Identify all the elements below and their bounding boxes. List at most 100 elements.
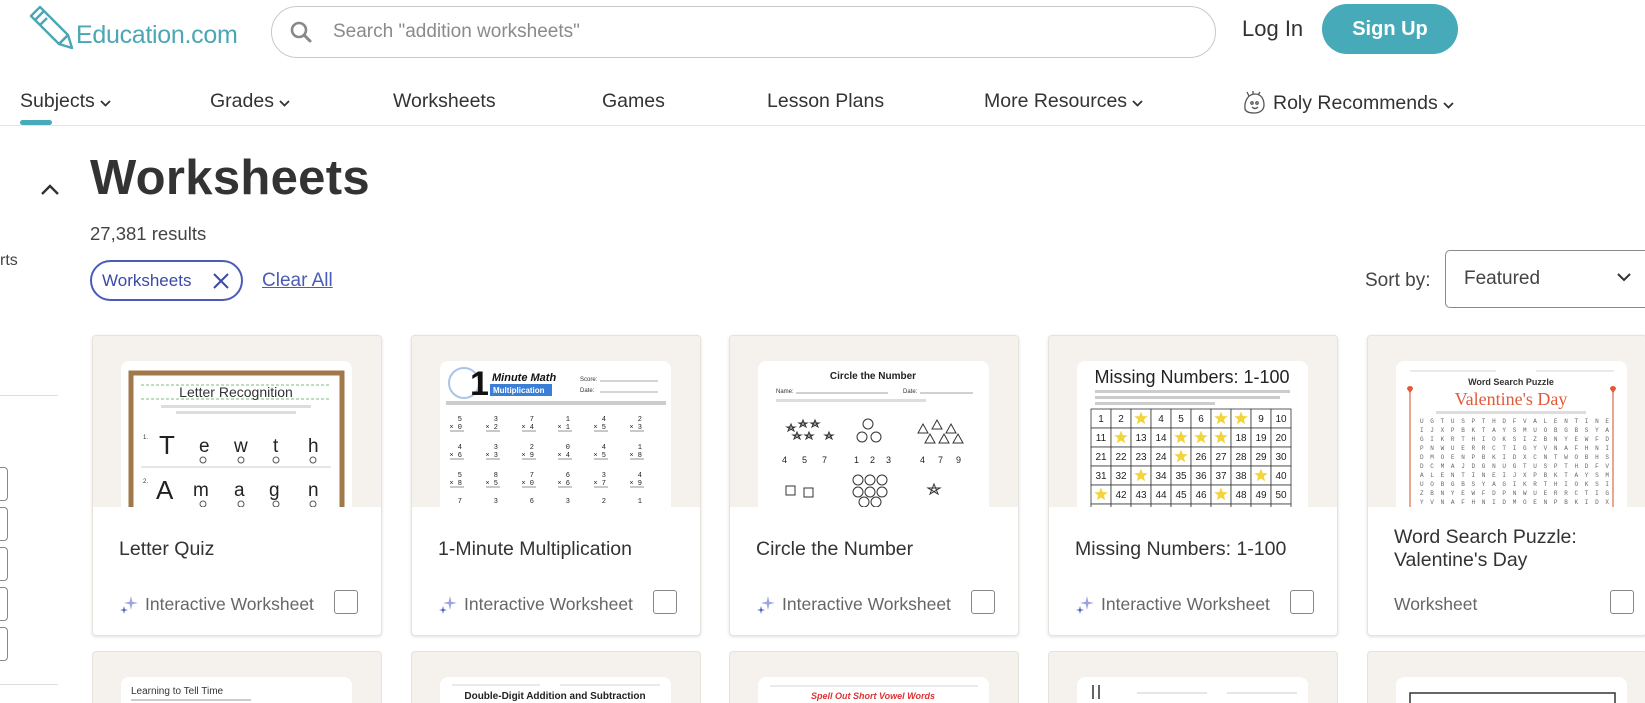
thumb-heading: Double-Digit Addition and Subtraction	[464, 691, 645, 702]
worksheet-card[interactable]: Learning to Tell Time	[92, 651, 382, 703]
nav-more-resources[interactable]: More Resources	[984, 90, 1144, 113]
card-title[interactable]: 1-Minute Multiplication	[438, 538, 688, 561]
svg-text:m: m	[193, 480, 209, 501]
nav-subjects[interactable]: Subjects	[20, 90, 112, 113]
svg-text:U: U	[1451, 445, 1455, 452]
svg-text:Y: Y	[1595, 427, 1599, 434]
collapse-sidebar-chevron-icon[interactable]	[38, 181, 62, 199]
card-thumbnail[interactable]: Circle the Number Name: Date: 4 5 7 1 2 …	[730, 336, 1018, 507]
svg-text:I: I	[1420, 427, 1424, 434]
card-title[interactable]: Circle the Number	[756, 538, 1006, 561]
svg-text:4: 4	[920, 455, 925, 465]
svg-text:B: B	[1430, 490, 1434, 497]
nav-more-resources-label: More Resources	[984, 90, 1128, 112]
svg-text:Z: Z	[1533, 436, 1537, 443]
svg-text:E: E	[1492, 472, 1496, 479]
svg-text:C: C	[1575, 490, 1579, 497]
nav-grades[interactable]: Grades	[210, 90, 291, 113]
worksheet-card[interactable]: Letter Recognition T e w t h A m a g n 1…	[92, 335, 382, 636]
sidebar-filter-checkbox[interactable]	[0, 467, 8, 501]
chevron-down-icon	[1443, 101, 1454, 109]
card-thumbnail[interactable]: Letter Recognition T e w t h A m a g n 1…	[93, 336, 381, 507]
card-select-checkbox[interactable]	[334, 590, 358, 614]
card-title[interactable]: Missing Numbers: 1-100	[1075, 538, 1325, 561]
nav-lesson-plans[interactable]: Lesson Plans	[767, 90, 884, 113]
svg-text:2.: 2.	[143, 479, 148, 485]
worksheet-card[interactable]: Missing Numbers: 1-100 1 2 4 5 6 9 10 11 13 14 18 1…	[1048, 335, 1338, 636]
svg-text:K: K	[1441, 436, 1445, 443]
svg-text:I: I	[1564, 481, 1568, 488]
worksheet-card[interactable]: Circle the Number Name: Date: 4 5 7 1 2 …	[729, 335, 1019, 636]
search-bar[interactable]	[271, 6, 1216, 58]
svg-text:J: J	[1430, 427, 1434, 434]
signup-button[interactable]: Sign Up	[1322, 4, 1458, 54]
card-title[interactable]: Word Search Puzzle: Valentine's Day	[1394, 526, 1644, 572]
card-select-checkbox[interactable]	[971, 590, 995, 614]
card-type: Interactive Worksheet	[756, 594, 951, 615]
thumb-heading: Learning to Tell Time	[131, 686, 224, 697]
svg-text:2: 2	[638, 416, 642, 424]
card-select-checkbox[interactable]	[1610, 590, 1634, 614]
svg-text:E: E	[1554, 418, 1558, 425]
svg-text:S: S	[1595, 481, 1599, 488]
sidebar-filter-checkbox[interactable]	[0, 547, 8, 581]
card-thumbnail[interactable]: Missing Numbers: 1-100 1 2 4 5 6 9 10 11 13 14 18 1…	[1049, 336, 1337, 507]
svg-text:T: T	[1482, 427, 1486, 434]
close-icon[interactable]	[211, 271, 231, 291]
svg-text:E: E	[1533, 499, 1537, 506]
svg-text:50: 50	[1275, 490, 1287, 501]
thumbnail-sheet: Circle the Number Name: Date: 4 5 7 1 2 …	[758, 361, 989, 507]
svg-text:K: K	[1472, 427, 1476, 434]
worksheet-card[interactable]: 1 Minute Math Multiplication Score: Date…	[411, 335, 701, 636]
nav-roly-recommends[interactable]: Roly Recommends	[1241, 90, 1455, 116]
chevron-down-icon	[279, 100, 290, 107]
svg-text:O: O	[1430, 481, 1434, 488]
worksheet-card[interactable]	[1367, 651, 1645, 703]
letter-grid: U G T U S P T H D F V A L E N T I N EI J X P B K T A Y S M U O B G B S Y AG I…	[1420, 418, 1609, 506]
svg-text:P: P	[1533, 472, 1537, 479]
svg-text:6: 6	[566, 472, 570, 480]
svg-text:S: S	[1513, 427, 1517, 434]
svg-text:E: E	[1441, 472, 1445, 479]
worksheet-card[interactable]: Spell Out Short Vowel Words	[729, 651, 1019, 703]
thumbnail-sheet: Double-Digit Addition and Subtraction	[440, 677, 671, 703]
nav-worksheets[interactable]: Worksheets	[393, 90, 496, 113]
nav-games[interactable]: Games	[602, 90, 665, 113]
card-select-checkbox[interactable]	[653, 590, 677, 614]
svg-text:4: 4	[638, 472, 642, 480]
worksheet-card[interactable]	[1048, 651, 1338, 703]
svg-text:U: U	[1533, 490, 1537, 497]
svg-text:T: T	[1575, 418, 1579, 425]
svg-text:M: M	[1441, 463, 1445, 470]
svg-text:O: O	[1523, 499, 1527, 506]
svg-text:B: B	[1554, 427, 1558, 434]
card-title[interactable]: Letter Quiz	[119, 538, 369, 561]
sort-select[interactable]: Featured	[1445, 250, 1645, 308]
svg-text:G: G	[1482, 463, 1486, 470]
svg-text:A: A	[1492, 427, 1496, 434]
clear-all-link[interactable]: Clear All	[262, 270, 333, 292]
svg-text:M: M	[1523, 427, 1527, 434]
card-thumbnail[interactable]: 1 Minute Math Multiplication Score: Date…	[412, 336, 700, 507]
worksheet-card[interactable]: Double-Digit Addition and Subtraction	[411, 651, 701, 703]
thumb-heading: Word Search Puzzle	[1468, 377, 1554, 387]
card-select-checkbox[interactable]	[1290, 590, 1314, 614]
login-link[interactable]: Log In	[1242, 16, 1303, 42]
svg-text:T: T	[1564, 472, 1568, 479]
filter-chip-worksheets[interactable]: Worksheets	[90, 260, 243, 301]
svg-text:3: 3	[886, 455, 891, 465]
sidebar-filter-checkbox[interactable]	[0, 507, 8, 541]
svg-text:B: B	[1461, 481, 1465, 488]
sidebar-filter-checkbox[interactable]	[0, 627, 8, 661]
search-input[interactable]	[333, 21, 1193, 43]
svg-text:B: B	[1441, 481, 1445, 488]
svg-text:7: 7	[822, 455, 827, 465]
sidebar-filter-checkbox[interactable]	[0, 587, 8, 621]
card-thumbnail[interactable]: Word Search Puzzle Valentine's Day UGTUS…	[1368, 336, 1645, 507]
site-logo[interactable]: Education.com	[26, 4, 238, 52]
svg-text:T: T	[1554, 454, 1558, 461]
sidebar-partial-text[interactable]: rts	[0, 252, 18, 270]
svg-text:T: T	[1585, 490, 1589, 497]
worksheet-card[interactable]: Word Search Puzzle Valentine's Day UGTUS…	[1367, 335, 1645, 636]
svg-text:W: W	[1564, 454, 1568, 461]
